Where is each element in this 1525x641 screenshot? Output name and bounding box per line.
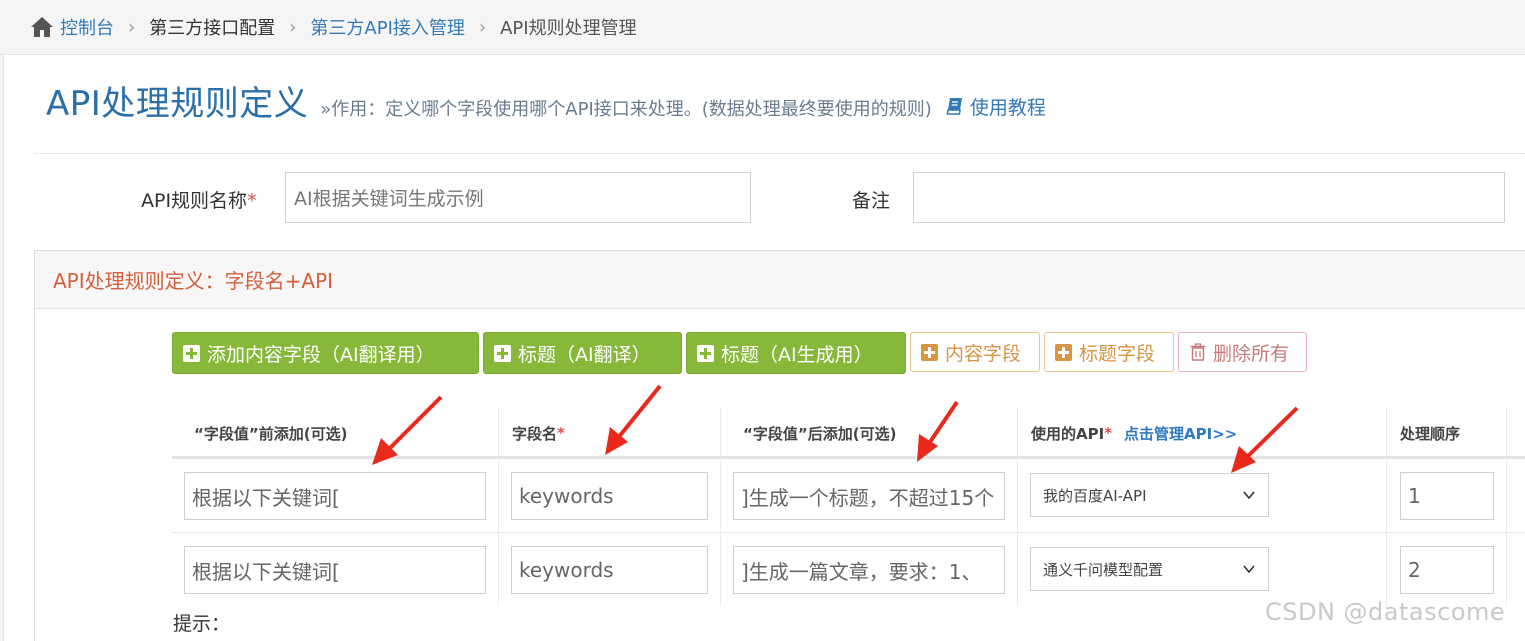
row-divider [172,532,1525,533]
manage-api-link[interactable]: 点击管理API>> [1124,423,1237,444]
column-header-field-name-text: 字段名 [512,424,558,443]
breadcrumb-item-api-access[interactable]: 第三方API接入管理 [310,14,464,40]
plus-icon [697,344,714,362]
api-select[interactable]: 我的百度AI-API [1030,473,1269,517]
column-divider [720,408,721,606]
plus-icon [1055,343,1072,361]
page-description: »作用：定义哪个字段使用哪个API接口来处理。(数据处理最终要使用的规则) [320,99,932,120]
watermark: CSDN @datascome [1265,598,1506,626]
add-content-field-button[interactable]: 内容字段 [910,332,1040,372]
field-name-input[interactable]: keywords [511,546,708,594]
home-icon[interactable] [30,16,54,38]
required-mark: * [247,190,257,212]
column-header-field-name: 字段名 * [499,408,719,458]
column-divider [1386,408,1387,606]
add-title-field-button[interactable]: 标题字段 [1044,332,1174,372]
add-content-field-translate-button[interactable]: 添加内容字段（AI翻译用） [172,332,479,374]
required-mark: * [557,424,565,442]
required-mark: * [1104,424,1113,442]
api-select-value: 我的百度AI-API [1043,486,1147,505]
add-title-generate-button[interactable]: 标题（AI生成用） [686,332,906,374]
panel-title: API处理规则定义：字段名+API [35,251,1525,309]
field-name-input[interactable]: keywords [511,472,708,520]
column-header-suffix: “字段值”后添加(可选) [743,424,897,443]
chevron-right-icon: › [128,16,136,38]
prefix-input[interactable]: 根据以下关键词[ [184,546,486,594]
suffix-input[interactable]: ]生成一个标题，不超过15个 [733,472,1005,520]
plus-icon [921,343,938,361]
button-label: 标题（AI生成用） [721,343,873,366]
rule-name-label-text: API规则名称 [141,190,248,212]
button-label: 内容字段 [945,342,1022,365]
tutorial-label: 使用教程 [969,96,1046,119]
sidebar-edge [0,55,4,641]
order-input[interactable]: 1 [1400,472,1494,520]
breadcrumb: 控制台 › 第三方接口配置 › 第三方API接入管理 › API规则处理管理 [0,0,1525,55]
trash-icon [1190,343,1206,361]
hint-label: 提示： [173,613,231,635]
add-title-translate-button[interactable]: 标题（AI翻译） [483,332,682,374]
delete-all-button[interactable]: 删除所有 [1178,332,1307,372]
column-header-api-text: 使用的API [1031,424,1105,443]
button-label: 添加内容字段（AI翻译用） [207,343,435,366]
chevron-right-icon: › [478,16,487,38]
book-icon [946,98,962,115]
chevron-down-icon [1243,491,1255,500]
button-label: 标题字段 [1079,342,1156,365]
plus-icon [494,344,511,362]
column-header-api: 使用的API * 点击管理API>> [1018,408,1384,458]
column-header-prefix: “字段值”前添加(可选) [194,424,348,443]
divider [34,153,1525,154]
rule-name-input[interactable] [285,172,751,223]
rule-name-label: API规则名称* [141,186,257,213]
table-header-border [172,456,1525,459]
remark-input[interactable] [913,172,1505,223]
plus-icon [183,344,200,362]
breadcrumb-item-dashboard[interactable]: 控制台 [60,14,114,40]
column-header-order: 处理顺序 [1400,424,1461,443]
remark-label: 备注 [852,190,891,212]
column-divider [1017,408,1018,606]
button-label: 删除所有 [1213,342,1290,365]
prefix-input[interactable]: 根据以下关键词[ [184,472,486,520]
breadcrumb-item-current: API规则处理管理 [500,18,637,39]
api-select-value: 通义千问模型配置 [1043,560,1164,579]
chevron-right-icon: › [289,16,297,38]
column-divider [498,408,499,606]
column-divider [1506,408,1507,606]
tutorial-link[interactable]: 使用教程 [946,93,1046,120]
chevron-down-icon [1243,565,1255,574]
button-label: 标题（AI翻译） [518,343,651,366]
order-input[interactable]: 2 [1400,546,1494,594]
api-select[interactable]: 通义千问模型配置 [1030,547,1269,591]
page-title: API处理规则定义 [46,84,309,124]
breadcrumb-item-third-party-config: 第三方接口配置 [149,18,276,39]
page-header: API处理规则定义 »作用：定义哪个字段使用哪个API接口来处理。(数据处理最终… [46,76,1046,125]
suffix-input[interactable]: ]生成一篇文章，要求：1、 [733,546,1005,594]
